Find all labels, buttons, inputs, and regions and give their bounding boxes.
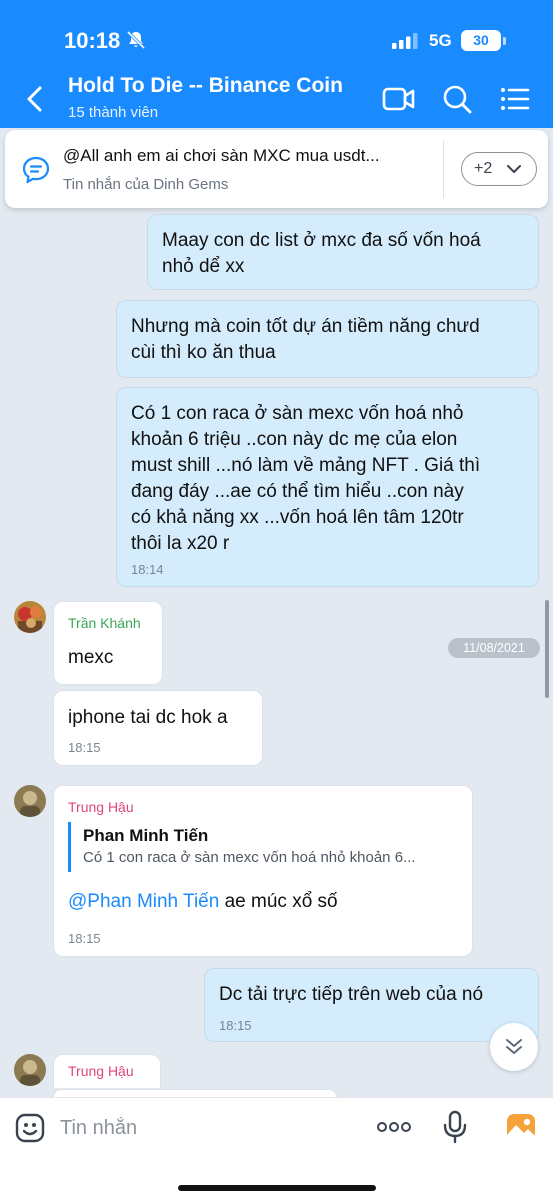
sender-name[interactable]: Trần Khánh [68,614,141,632]
message-line: có khả năng xx ...vốn hoá lên tâm 120tr [131,507,464,528]
status-time: 10:18 [64,28,121,53]
group-title[interactable]: Hold To Die -- Binance Coin [68,74,343,98]
pinned-message[interactable]: @All anh em ai chơi sàn MXC mua usdt... … [5,130,548,208]
message-line: Nhưng mà coin tốt dự án tiềm năng chưd [131,316,480,337]
avatar[interactable] [14,1054,46,1086]
message-bubble[interactable]: Nhưng mà coin tốt dự án tiềm năng chưd c… [116,300,539,378]
quoted-message[interactable]: Phan Minh Tiến Có 1 con raca ở sàn mexc … [68,822,458,872]
scroll-to-bottom-button[interactable] [490,1023,538,1071]
message-time: 18:14 [131,562,164,577]
double-chevron-down-icon [506,1039,522,1054]
video-call-icon[interactable] [382,82,416,116]
battery-icon: 30 [461,30,501,51]
mention-link[interactable]: @Phan Minh Tiến [68,891,219,912]
menu-icon[interactable] [498,82,532,116]
message-time: 18:15 [68,931,101,946]
composer-bar [0,1097,553,1200]
more-pinned-label: +2 [474,160,493,177]
sender-name[interactable]: Trung Hậu [68,1062,134,1080]
divider [443,140,444,198]
message-bubble[interactable]: iphone tai dc hok a 18:15 [53,690,263,766]
back-icon[interactable] [24,84,46,114]
chevron-down-icon [507,165,521,173]
sender-name[interactable]: Trung Hậu [68,798,134,816]
image-icon[interactable] [505,1111,537,1143]
message-line: thôi la x20 r [131,533,230,554]
message-bubble[interactable] [53,1089,337,1097]
quoted-text: Có 1 con raca ở sàn mexc vốn hoá nhỏ kho… [83,849,416,866]
signal-icon [392,33,418,49]
message-line: Có 1 con raca ở sàn mexc vốn hoá nhỏ [131,403,464,424]
message-bubble[interactable]: Có 1 con raca ở sàn mexc vốn hoá nhỏ kho… [116,387,539,587]
home-indicator [178,1185,376,1191]
pinned-sender: Tin nhắn của Dinh Gems [63,176,229,193]
sticker-icon[interactable] [14,1112,46,1144]
battery-tip [503,37,506,45]
message-bubble[interactable]: Trung Hậu Phan Minh Tiến Có 1 con raca ở… [53,785,473,957]
message-line: Maay con dc list ở mxc đa số vốn hoá [162,230,481,251]
more-pinned-button[interactable]: +2 [461,152,537,186]
message-text: mexc [68,647,114,668]
message-line: Dc tải trực tiếp trên web của nó [219,984,484,1005]
message-bubble[interactable]: Dc tải trực tiếp trên web của nó 18:15 [204,968,539,1042]
message-time: 18:15 [219,1018,252,1033]
date-badge: 11/08/2021 [448,638,540,658]
network-type: 5G [429,31,452,50]
message-line: đang đáy ...ae có thể tìm hiểu ..con này [131,481,464,502]
pinned-text: @All anh em ai chơi sàn MXC mua usdt... [63,146,380,165]
chat-header: 10:18 5G 30 Hold To Die -- Binance Coin … [0,0,553,128]
message-bubble[interactable]: Trung Hậu [53,1054,161,1088]
more-options-icon[interactable] [376,1120,412,1134]
message-text: ae múc xổ số [219,891,338,912]
message-line: must shill ...nó làm về mảng NFT . Giá t… [131,455,481,476]
search-icon[interactable] [440,82,474,116]
member-count[interactable]: 15 thành viên [68,104,158,121]
chat-bubble-icon [22,156,50,184]
microphone-icon[interactable] [442,1110,468,1144]
quoted-sender: Phan Minh Tiến [83,826,209,845]
message-line: nhỏ dể xx [162,256,245,277]
message-time: 18:15 [68,740,101,755]
message-line: cùi thì ko ăn thua [131,342,276,363]
message-input[interactable] [60,1110,350,1146]
bell-muted-icon [126,30,146,50]
avatar[interactable] [14,601,46,633]
scrollbar[interactable] [545,600,549,698]
message-text: iphone tai dc hok a [68,707,228,728]
message-bubble[interactable]: Trần Khánh mexc [53,601,163,685]
message-bubble[interactable]: Maay con dc list ở mxc đa số vốn hoá nhỏ… [147,214,539,290]
message-line: khoản 6 triệu ..con này dc mẹ của elon [131,429,458,450]
avatar[interactable] [14,785,46,817]
